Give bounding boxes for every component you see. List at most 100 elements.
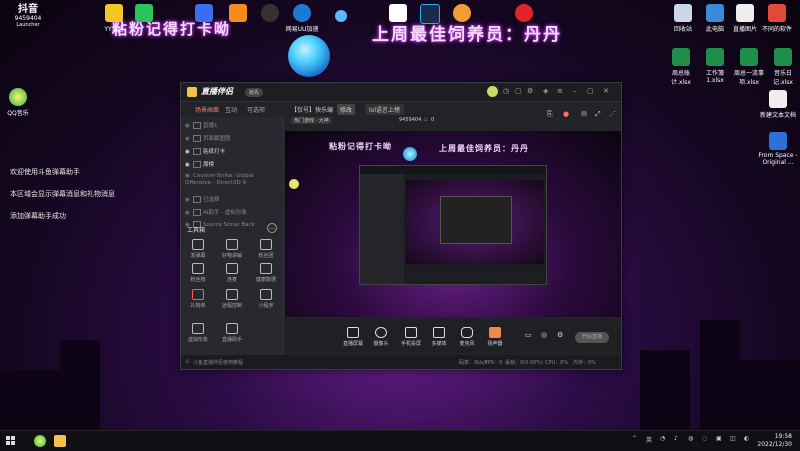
close-icon[interactable]: ✕ — [603, 87, 609, 95]
clock[interactable]: 19:58 2022/12/30 — [757, 433, 792, 449]
chat-icon[interactable]: ▢ — [515, 87, 522, 95]
source-item[interactable]: ◉ 贴纸打卡 — [185, 147, 279, 159]
excel-file-shortcut[interactable]: 音乐日记.xlsx — [766, 48, 800, 86]
tool-label: 小程序 — [258, 303, 274, 309]
uu-shortcut[interactable]: 网易UU加速 — [284, 4, 320, 33]
eye-preview-icon[interactable]: ◎ — [541, 331, 547, 339]
source-item[interactable]: ◉ 页面截图图 — [185, 134, 279, 146]
yy-shortcut[interactable]: YY语音 — [94, 4, 134, 33]
phone-cast-button[interactable]: 手机投屏 — [397, 327, 425, 347]
folder-shortcut[interactable]: 直播图片 — [730, 4, 760, 33]
screen-capture-button[interactable]: 直播屏幕 — [339, 327, 367, 347]
eye-icon[interactable]: ◉ — [185, 149, 193, 155]
tool-item[interactable]: 粉丝团 — [251, 239, 281, 259]
volume-icon[interactable]: ♪ — [674, 435, 678, 442]
tab-interaction[interactable]: 互动 — [225, 105, 237, 114]
launcher-shortcut[interactable]: 抖音 9459404 Launcher — [0, 0, 56, 28]
message-icon[interactable]: ✉ — [581, 110, 587, 118]
settings-icon[interactable]: ⚙ — [527, 87, 533, 95]
tab-options[interactable]: 可选项 — [247, 105, 265, 114]
windows-start-icon[interactable] — [6, 436, 16, 446]
photoshop-shortcut[interactable] — [418, 4, 442, 26]
source-item[interactable]: ◉ AI助手 - 虚拟形象 — [185, 208, 279, 220]
app-shortcut[interactable] — [226, 4, 250, 24]
version-badge: 抢先 — [245, 88, 264, 97]
tray-app-icon[interactable]: ◫ — [730, 435, 736, 442]
tab-scenes[interactable]: 场景画面 — [195, 105, 219, 114]
tray-chevron-icon[interactable]: ⌃ — [632, 435, 637, 442]
record-icon[interactable]: ⎘ — [547, 110, 553, 119]
qq-music-taskbar-icon[interactable] — [34, 435, 46, 447]
button-label: 多媒体 — [431, 341, 447, 347]
preview-header: 【仅号】快乐编 修改 lol语言上榜 热门游戏 · 大神 9459404 ♨ 0… — [285, 102, 621, 130]
ime-indicator[interactable]: 英 — [646, 435, 652, 444]
eye-icon[interactable]: ◉ — [185, 136, 193, 142]
tool-item[interactable]: 虚拟形象 — [183, 323, 213, 343]
speaker-button[interactable]: 扬声器 — [481, 327, 509, 347]
file-shortcut[interactable]: 不同的软件 — [762, 4, 792, 33]
netease-music-shortcut[interactable] — [512, 4, 536, 24]
media-button[interactable]: 多媒体 — [425, 327, 453, 347]
tutorial-link[interactable]: 斗鱼直播伴侣使用教程 — [193, 359, 243, 366]
category-selector[interactable]: lol语言上榜 — [365, 104, 405, 115]
start-live-button[interactable]: 开始直播 — [575, 332, 609, 343]
tool-item[interactable]: 礼物单 — [183, 289, 213, 309]
mode-tag[interactable]: 热门游戏 · 大神 — [291, 117, 332, 124]
live-companion-taskbar-icon[interactable] — [54, 435, 66, 447]
app-shortcut[interactable] — [386, 4, 410, 24]
eye-icon[interactable]: ◉ — [185, 210, 193, 216]
tray-app-icon[interactable]: ◐ — [744, 435, 749, 442]
app-shortcut[interactable] — [192, 4, 216, 24]
more-icon[interactable]: … — [267, 223, 277, 233]
tray-app-icon[interactable]: ◍ — [688, 435, 693, 442]
record-video-icon[interactable]: ▭ — [525, 331, 532, 339]
tool-item[interactable]: 粉丝榜 — [183, 263, 213, 283]
menu-icon[interactable]: ≡ — [557, 87, 563, 95]
tool-item[interactable]: 连麦 — [217, 263, 247, 283]
eye-icon[interactable]: ◉ — [185, 162, 193, 168]
app-shortcut[interactable] — [258, 4, 282, 24]
camera-button[interactable]: 摄像头 — [367, 327, 395, 347]
live-dot-icon[interactable]: ● — [563, 110, 569, 118]
excel-file-shortcut[interactable]: 周总一流事项.xlsx — [732, 48, 766, 86]
source-item[interactable]: ◉ 直播1 — [185, 121, 279, 133]
mini-program-icon — [260, 289, 272, 300]
tool-item[interactable]: 发弹幕 — [183, 239, 213, 259]
eye-icon[interactable]: ◉ — [185, 123, 193, 129]
excel-file-shortcut[interactable]: 工作簿1.xlsx — [698, 48, 732, 84]
phone-icon — [405, 327, 417, 338]
audio-file-shortcut[interactable]: From Space - Original ... — [758, 132, 798, 166]
text-file-shortcut[interactable]: 新建文本文档 — [760, 90, 796, 119]
this-pc-shortcut[interactable]: 此电脑 — [700, 4, 730, 33]
gear-icon[interactable]: ⚙ — [557, 331, 563, 339]
tray-app-icon[interactable]: ▣ — [716, 435, 722, 442]
app-shortcut[interactable] — [450, 4, 474, 24]
recycle-bin-shortcut[interactable]: 回收站 — [668, 4, 698, 33]
source-icon — [193, 209, 201, 216]
notification-icon[interactable]: ◷ — [503, 87, 509, 95]
microphone-button[interactable]: 麦克风 — [453, 327, 481, 347]
source-item[interactable]: ◉ Counter-Strike: Global Offensive - Dire… — [185, 173, 279, 193]
maximize-icon[interactable]: ▢ — [587, 87, 594, 95]
tool-item[interactable]: 远程控制 — [217, 289, 247, 309]
eye-icon[interactable]: ◉ — [185, 173, 193, 180]
skin-icon[interactable]: ◈ — [543, 87, 548, 95]
edit-button[interactable]: 修改 — [337, 104, 356, 115]
network-icon[interactable]: ◔ — [660, 435, 665, 442]
source-item[interactable]: ◉ 已选择 — [185, 195, 279, 207]
tool-item[interactable]: 小程序 — [251, 289, 281, 309]
tool-item[interactable]: 健康数据 — [251, 263, 281, 283]
tray-app-icon[interactable]: ◌ — [702, 435, 707, 442]
fullscreen-icon[interactable]: ⤢ — [595, 110, 601, 119]
stream-preview[interactable]: 粘粉记得打卡呦 上周最佳饲养员：丹丹 — [285, 131, 621, 317]
minimize-icon[interactable]: – — [573, 87, 577, 95]
share-icon[interactable]: ⋰ — [609, 110, 616, 118]
eye-icon[interactable]: ◉ — [185, 197, 193, 203]
source-item[interactable]: ◉ 周榜 — [185, 160, 279, 172]
wechat-shortcut[interactable] — [132, 4, 156, 24]
excel-file-shortcut[interactable]: 周总账计.xlsx — [664, 48, 698, 86]
avatar[interactable] — [487, 86, 498, 97]
tool-item[interactable]: 直播助手 — [217, 323, 247, 343]
tool-item[interactable]: 好物讲解 — [217, 239, 247, 259]
qq-music-shortcut[interactable]: QQ音乐 — [0, 88, 46, 117]
